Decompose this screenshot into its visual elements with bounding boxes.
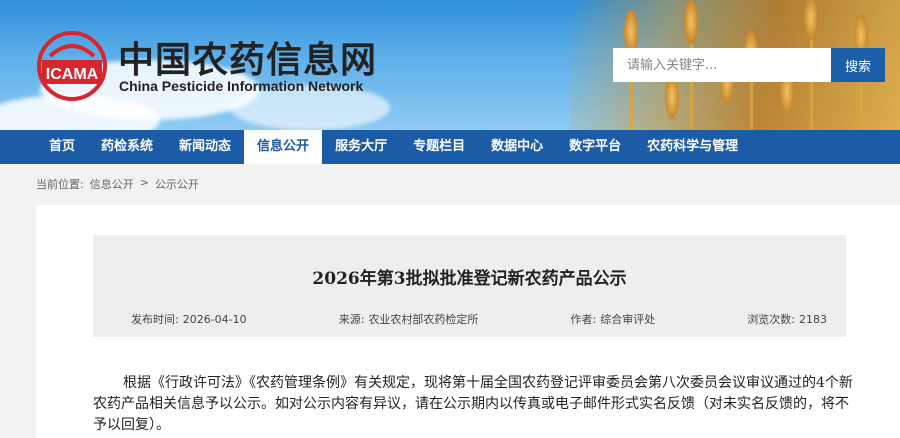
article-body: 根据《行政许可法》《农药管理条例》有关规定，现将第十届全国农药登记评审委员会第八… [93,373,853,436]
article-title: 2026年第3批拟批准登记新农药产品公示 [312,269,627,289]
meta-author: 作者: 综合审评处 [571,311,660,327]
breadcrumb-separator: > [139,176,149,189]
nav-item-pesticide-science[interactable]: 农药科学与管理 [634,130,751,164]
meta-author-value: 综合审评处 [600,313,656,326]
meta-views: 浏览次数: 2183 [747,311,831,327]
meta-author-label: 作者: [570,313,597,326]
logo-text: ICAMA [46,66,99,83]
nav-item-news[interactable]: 新闻动态 [166,130,244,164]
main-nav: 首页 药检系统 新闻动态 信息公开 服务大厅 专题栏目 数据中心 数字平台 农药… [0,130,900,164]
meta-views-value: 2183 [799,313,827,326]
article-paragraph: 根据《行政许可法》《农药管理条例》有关规定，现将第十届全国农药登记评审委员会第八… [93,375,853,433]
site-header: ICAMA 中国农药信息网 China Pesticide Informatio… [0,0,900,130]
breadcrumb: 当前位置: 信息公开 > 公示公开 [36,176,199,192]
article-header: 2026年第3批拟批准登记新农药产品公示 发布时间: 2026-04-10 来源:… [93,235,846,337]
search-box: 搜索 [613,48,885,82]
meta-date: 发布时间: 2026-04-10 [131,311,251,327]
meta-source-label: 来源: [338,313,365,326]
nav-item-data-center[interactable]: 数据中心 [478,130,556,164]
meta-views-label: 浏览次数: [747,313,795,326]
breadcrumb-prefix: 当前位置: [36,178,84,191]
breadcrumb-item-announcements[interactable]: 公示公开 [155,176,199,192]
search-button[interactable]: 搜索 [831,48,885,82]
meta-date-value: 2026-04-10 [182,313,247,326]
nav-item-inspection-system[interactable]: 药检系统 [88,130,166,164]
meta-source: 来源: 农业农村部农药检定所 [339,311,483,327]
meta-source-value: 农业农村部农药检定所 [368,313,479,326]
nav-item-digital-platform[interactable]: 数字平台 [556,130,634,164]
meta-date-label: 发布时间: [131,313,179,326]
breadcrumb-item-info-disclosure[interactable]: 信息公开 [90,176,134,192]
main-content: 2026年第3批拟批准登记新农药产品公示 发布时间: 2026-04-10 来源:… [36,205,900,438]
site-title[interactable]: 中国农药信息网 [118,31,377,83]
icama-logo-icon[interactable]: ICAMA [36,30,108,102]
site-subtitle: China Pesticide Information Network [119,78,364,94]
nav-item-info-disclosure[interactable]: 信息公开 [244,130,323,164]
nav-item-topics[interactable]: 专题栏目 [400,130,478,164]
search-input[interactable] [613,48,831,82]
nav-item-home[interactable]: 首页 [36,130,88,164]
article-meta: 发布时间: 2026-04-10 来源: 农业农村部农药检定所 作者: 综合审评处 浏… [131,311,831,327]
nav-item-service-hall[interactable]: 服务大厅 [322,130,400,164]
